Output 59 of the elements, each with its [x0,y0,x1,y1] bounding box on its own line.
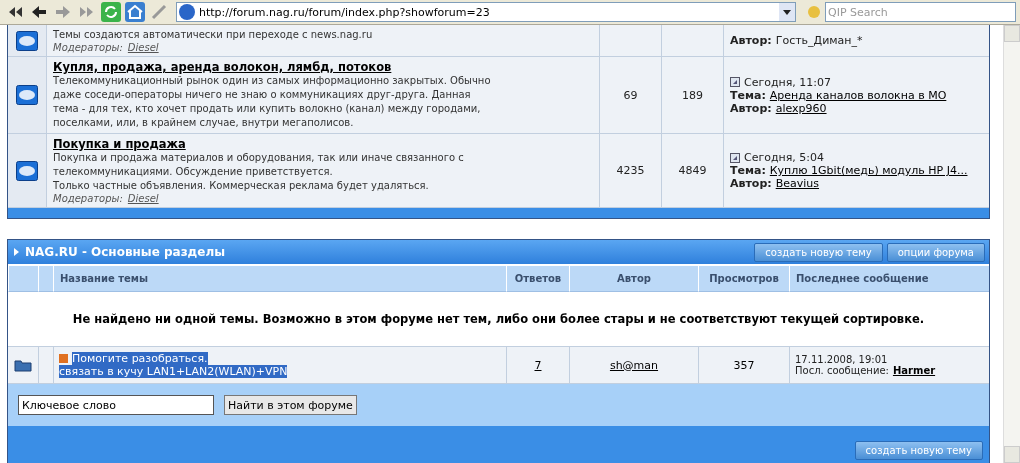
forum-icon [16,30,38,51]
author-name: Гость_Диман_* [775,34,863,47]
column-header[interactable]: Ответов [506,266,569,292]
folder-icon [14,358,32,372]
topic-title-link[interactable]: Помогите разобраться. [72,352,208,365]
last-topic-link[interactable]: Аренда каналов волокна в МО [769,88,947,102]
author-label: Автор: [730,101,772,115]
moderators-label: Модераторы: [53,193,123,204]
replies-link[interactable]: 7 [534,358,542,372]
replies-count: 4849 [678,164,707,177]
topics-count: 69 [623,88,638,102]
forum-title-link[interactable]: Покупка и продажа [53,137,593,151]
author-link[interactable]: Beavius [775,177,819,190]
column-header[interactable]: Последнее сообщение [789,266,989,292]
last-topic-link[interactable]: Куплю 1Gbit(медь) модуль HP J4... [769,164,968,177]
forum-icon [16,85,38,105]
moderator-link[interactable]: Diesel [127,42,159,53]
author-link[interactable]: alexp960 [775,101,827,115]
forum-description: Темы создаются автоматически при переходе с news.nag.ru [53,28,374,42]
topic-description: связать в кучу LAN1+LAN2(WLAN)+VPN [59,365,288,378]
forum-title-link[interactable]: Купля, продажа, аренда волокон, лямбд, потоков [53,60,593,74]
forum-description: Покупка и продажа материалов и оборудования, так или иначе связанного с телекоммуникациями. Обсуждение приветствуется. Только частные объявления. Коммерческая реклама будет удаляться. [53,151,465,193]
post-icon [730,77,740,87]
home-icon[interactable] [124,1,146,23]
moderator-link[interactable]: Diesel [127,193,159,204]
views-count: 357 [733,358,755,372]
author-link[interactable]: sh@man [609,358,659,372]
last-post-date: Сегодня, 11:07 [744,75,832,89]
search-field[interactable]: QIP Search [825,2,1016,22]
section-title: NAG.RU - Основные разделы [25,245,226,259]
keyword-field[interactable]: Ключевое слово [18,395,214,415]
dropdown-button[interactable] [779,3,795,21]
last-post-date: Сегодня, 5:04 [744,151,825,164]
new-post-icon [59,354,68,363]
search-engine-icon [807,5,821,19]
column-header[interactable]: Просмотров [698,266,789,292]
replies-count: 189 [682,88,703,102]
topics-count: 4235 [616,164,645,177]
author-label: Автор: [730,34,772,47]
site-icon [179,4,195,20]
address-bar[interactable]: http://forum.nag.ru/forum/index.php?showforum=23 [176,2,796,22]
refresh-icon[interactable] [100,1,122,23]
last-post-date: 17.11.2008, 19:01 [795,354,888,365]
scrollbar[interactable] [1003,25,1020,463]
topic-label: Тема: [730,164,766,177]
moderators-label: Модераторы: [53,42,123,53]
topic-label: Тема: [730,88,766,102]
last-author-link[interactable]: Harmer [892,365,936,376]
author-label: Автор: [730,177,772,190]
forum-icon [16,160,38,181]
column-header[interactable]: Название темы [53,266,506,292]
url-text: http://forum.nag.ru/forum/index.php?showforum=23 [199,5,490,19]
last-post-label: Посл. сообщение: [795,365,889,376]
find-button[interactable]: Найти в этом форуме [224,395,357,415]
post-icon [730,152,740,163]
caret-icon [783,9,791,15]
forum-description: Телекоммуникационный рынок один из самых информационно закрытых. Обычно даже соседи-операторы ничего не знаю о коммуникациях друг-друга. Данная тема - для тех, кто хочет продать или купить волокно (канал) между городами, поселками, или, в крайнем случае, внутри мегаполисов. [53,74,492,130]
column-header[interactable]: Автор [569,266,698,292]
arrow-icon [14,248,19,256]
